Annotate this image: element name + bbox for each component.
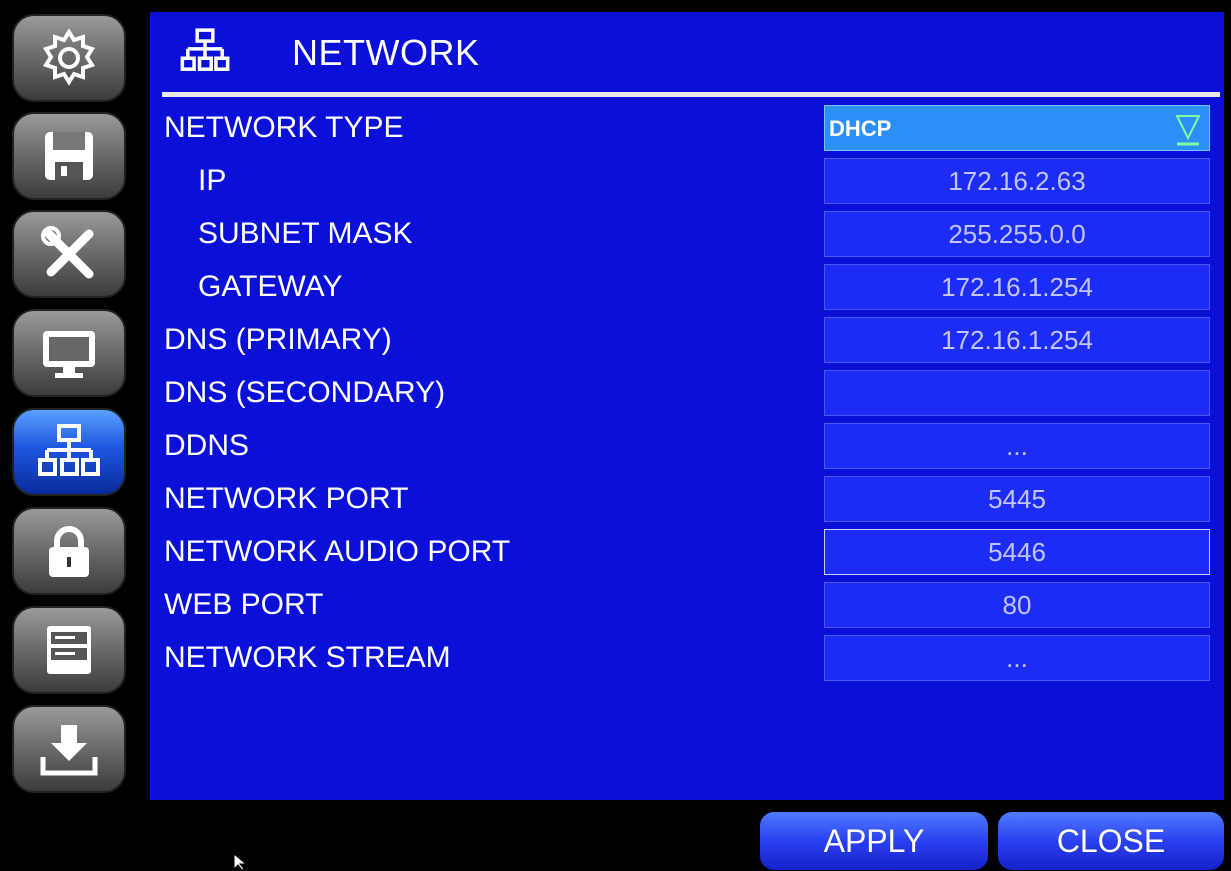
network-audio-port-row: NETWORK AUDIO PORT 5446 (150, 527, 1224, 579)
sidebar-item-security[interactable] (12, 507, 126, 595)
ddns-row: DDNS ... (150, 421, 1224, 473)
sidebar-item-storage[interactable] (12, 112, 126, 200)
dns-secondary-row: DNS (SECONDARY) (150, 368, 1224, 420)
mouse-cursor-icon (233, 852, 248, 871)
header-divider (162, 92, 1220, 97)
dns-secondary-label: DNS (SECONDARY) (164, 376, 446, 409)
network-port-row: NETWORK PORT 5445 (150, 474, 1224, 526)
gateway-label: GATEWAY (198, 270, 343, 303)
network-port-field[interactable]: 5445 (824, 476, 1210, 522)
network-icon (180, 28, 230, 71)
network-type-row: NETWORK TYPE DHCP (150, 103, 1224, 155)
network-stream-label: NETWORK STREAM (164, 641, 451, 674)
dns-primary-row: DNS (PRIMARY) 172.16.1.254 (150, 315, 1224, 367)
storage-drives-icon (47, 626, 91, 674)
tools-icon (41, 226, 94, 279)
subnet-mask-label: SUBNET MASK (198, 217, 413, 250)
apply-button[interactable]: APPLY (760, 812, 988, 870)
subnet-mask-field[interactable]: 255.255.0.0 (824, 211, 1210, 257)
dns-secondary-field[interactable] (824, 370, 1210, 416)
network-audio-port-label: NETWORK AUDIO PORT (164, 535, 511, 568)
network-settings-panel: NETWORK NETWORK TYPE DHCP IP 172.16.2.63… (150, 12, 1224, 800)
ip-row: IP 172.16.2.63 (150, 156, 1224, 208)
network-type-select[interactable]: DHCP (824, 105, 1210, 151)
monitor-icon (43, 331, 95, 378)
gateway-field[interactable]: 172.16.1.254 (824, 264, 1210, 310)
sidebar-item-display[interactable] (12, 309, 126, 397)
network-icon (38, 424, 100, 476)
web-port-row: WEB PORT 80 (150, 580, 1224, 632)
download-icon (40, 725, 98, 776)
ddns-button[interactable]: ... (824, 423, 1210, 469)
close-button[interactable]: CLOSE (998, 812, 1224, 870)
sidebar-item-network[interactable] (12, 408, 126, 496)
lock-icon (49, 526, 89, 577)
dns-primary-field[interactable]: 172.16.1.254 (824, 317, 1210, 363)
ip-label: IP (198, 164, 227, 197)
network-port-label: NETWORK PORT (164, 482, 409, 515)
ip-field[interactable]: 172.16.2.63 (824, 158, 1210, 204)
ddns-label: DDNS (164, 429, 250, 462)
network-stream-button[interactable]: ... (824, 635, 1210, 681)
network-stream-row: NETWORK STREAM ... (150, 633, 1224, 685)
panel-header: NETWORK (150, 12, 1224, 92)
network-audio-port-field[interactable]: 5446 (824, 529, 1210, 575)
network-type-value: DHCP (829, 116, 892, 141)
web-port-field[interactable]: 80 (824, 582, 1210, 628)
page-title: NETWORK (292, 32, 480, 73)
sidebar-item-settings[interactable] (12, 14, 126, 102)
dns-primary-label: DNS (PRIMARY) (164, 323, 392, 356)
floppy-disk-icon (45, 132, 93, 180)
gateway-row: GATEWAY 172.16.1.254 (150, 262, 1224, 314)
sidebar-item-download[interactable] (12, 705, 126, 793)
sidebar (0, 0, 140, 871)
sidebar-item-tools[interactable] (12, 210, 126, 298)
web-port-label: WEB PORT (164, 588, 324, 621)
subnet-mask-row: SUBNET MASK 255.255.0.0 (150, 209, 1224, 261)
gear-icon (42, 28, 96, 86)
chevron-down-icon (1175, 115, 1201, 146)
network-type-label: NETWORK TYPE (164, 111, 404, 144)
sidebar-item-devices[interactable] (12, 606, 126, 694)
